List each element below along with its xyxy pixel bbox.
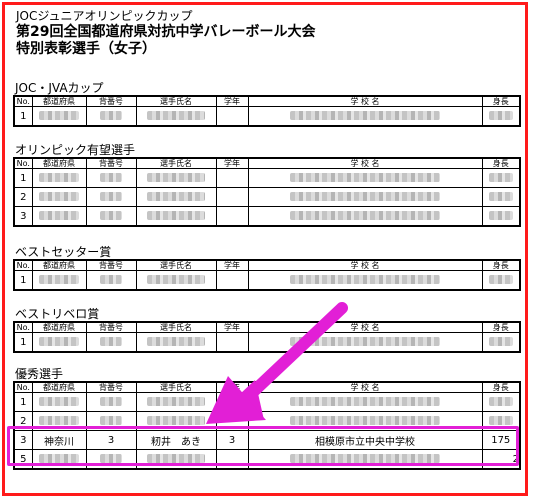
pointer-arrow-icon	[206, 302, 348, 424]
